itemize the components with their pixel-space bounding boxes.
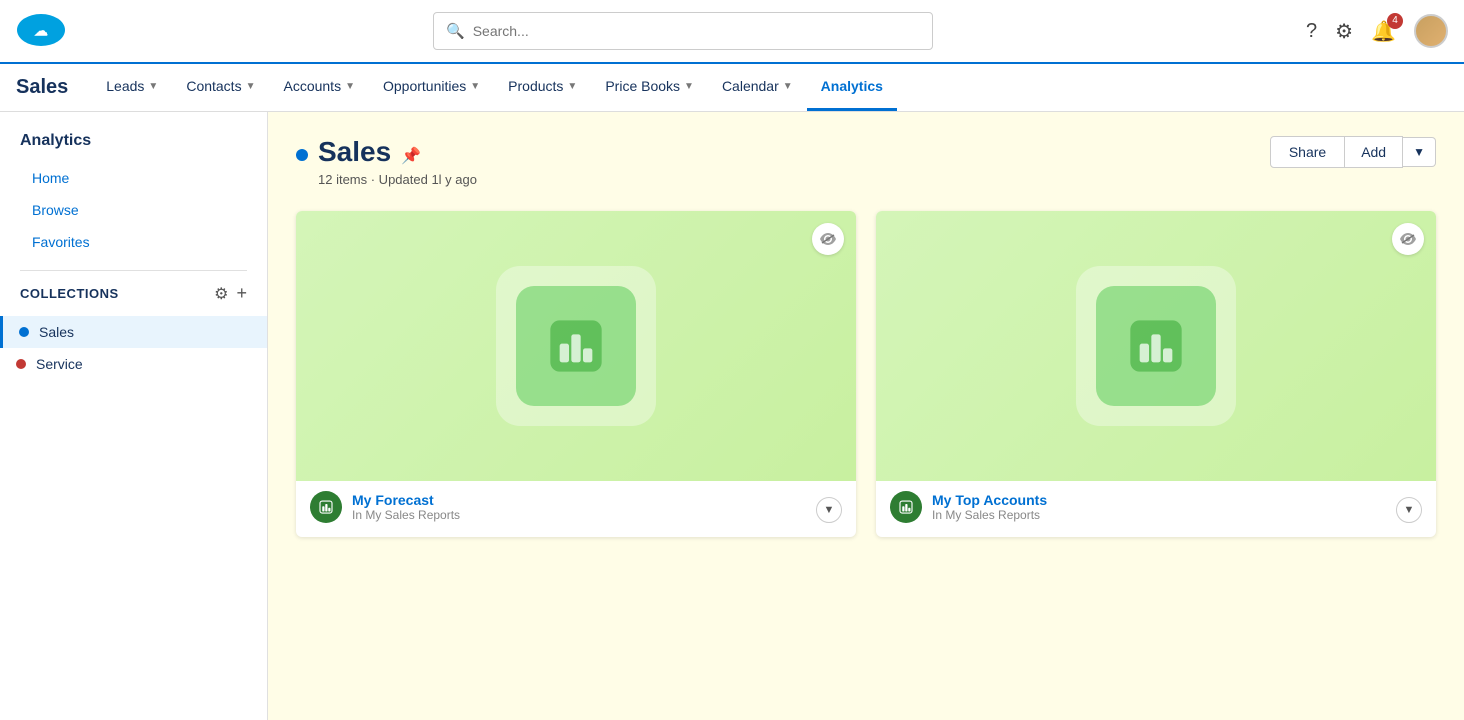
sidebar-divider bbox=[20, 270, 247, 271]
content-dot bbox=[296, 149, 308, 161]
collections-actions: ⚙ + bbox=[214, 283, 247, 304]
nav-label-calendar: Calendar bbox=[722, 78, 779, 94]
sidebar: Analytics Home Browse Favorites Collecti… bbox=[0, 112, 268, 720]
chevron-contacts: ▼ bbox=[246, 81, 256, 92]
sidebar-item-browse[interactable]: Browse bbox=[0, 194, 267, 226]
card-sub-top-accounts: In My Sales Reports bbox=[932, 508, 1422, 522]
salesforce-logo[interactable]: ☁ bbox=[16, 11, 76, 52]
nav-item-price-books[interactable]: Price Books ▼ bbox=[591, 64, 708, 111]
avatar[interactable] bbox=[1414, 14, 1448, 48]
notifications-icon[interactable]: 🔔 4 bbox=[1371, 19, 1396, 44]
collections-settings-icon[interactable]: ⚙ bbox=[214, 284, 228, 304]
nav-label-opportunities: Opportunities bbox=[383, 78, 466, 94]
nav-items: Leads ▼ Contacts ▼ Accounts ▼ Opportunit… bbox=[92, 64, 897, 111]
report-icon-inner-forecast bbox=[516, 286, 636, 406]
card-thumbnail-top-accounts bbox=[876, 211, 1436, 481]
report-chart-icon-top-accounts bbox=[1121, 311, 1191, 381]
nav-label-contacts: Contacts bbox=[186, 78, 241, 94]
card-footer-forecast: My Forecast In My Sales Reports ▼ bbox=[296, 481, 856, 537]
card-my-forecast: My Forecast In My Sales Reports ▼ bbox=[296, 211, 856, 537]
card-my-top-accounts: My Top Accounts In My Sales Reports ▼ bbox=[876, 211, 1436, 537]
nav-label-accounts: Accounts bbox=[283, 78, 341, 94]
collections-add-icon[interactable]: + bbox=[236, 283, 247, 304]
card-footer-icon-forecast bbox=[310, 491, 342, 523]
card-name-top-accounts[interactable]: My Top Accounts bbox=[932, 492, 1422, 508]
nav-item-analytics[interactable]: Analytics bbox=[807, 64, 897, 111]
chevron-price-books: ▼ bbox=[684, 81, 694, 92]
card-footer-icon-top-accounts bbox=[890, 491, 922, 523]
content-title-wrap: Sales 📌 bbox=[296, 136, 477, 168]
nav-label-products: Products bbox=[508, 78, 563, 94]
content-subtitle: 12 items · Updated 1l y ago bbox=[296, 172, 477, 187]
collections-title: Collections bbox=[20, 286, 214, 301]
collection-label-sales: Sales bbox=[39, 324, 74, 340]
app-name: Sales bbox=[16, 76, 68, 99]
chevron-leads: ▼ bbox=[148, 81, 158, 92]
nav-label-leads: Leads bbox=[106, 78, 144, 94]
hide-icon-top-accounts[interactable] bbox=[1392, 223, 1424, 255]
settings-icon[interactable]: ⚙ bbox=[1335, 19, 1353, 44]
collections-header: Collections ⚙ + bbox=[0, 283, 267, 316]
chevron-calendar: ▼ bbox=[783, 81, 793, 92]
search-icon: 🔍 bbox=[446, 22, 465, 40]
search-wrap: 🔍 bbox=[76, 12, 1290, 50]
nav-item-contacts[interactable]: Contacts ▼ bbox=[172, 64, 269, 111]
page-title: Sales bbox=[318, 136, 391, 168]
card-menu-forecast[interactable]: ▼ bbox=[816, 497, 842, 523]
hide-icon-forecast[interactable] bbox=[812, 223, 844, 255]
collection-label-service: Service bbox=[36, 356, 83, 372]
search-input[interactable] bbox=[473, 23, 920, 39]
card-thumbnail-forecast bbox=[296, 211, 856, 481]
nav-item-leads[interactable]: Leads ▼ bbox=[92, 64, 172, 111]
cards-grid: My Forecast In My Sales Reports ▼ bbox=[296, 211, 1436, 537]
nav-item-calendar[interactable]: Calendar ▼ bbox=[708, 64, 807, 111]
card-sub-forecast: In My Sales Reports bbox=[352, 508, 842, 522]
add-button[interactable]: Add bbox=[1345, 136, 1403, 168]
card-info-top-accounts: My Top Accounts In My Sales Reports bbox=[932, 492, 1422, 522]
notification-badge: 4 bbox=[1387, 13, 1403, 29]
topbar-icons: ? ⚙ 🔔 4 bbox=[1306, 14, 1448, 48]
card-menu-top-accounts[interactable]: ▼ bbox=[1396, 497, 1422, 523]
report-icon-wrap-top-accounts bbox=[1076, 266, 1236, 426]
report-icon-inner-top-accounts bbox=[1096, 286, 1216, 406]
card-info-forecast: My Forecast In My Sales Reports bbox=[352, 492, 842, 522]
content-area: Sales 📌 12 items · Updated 1l y ago Shar… bbox=[268, 112, 1464, 720]
collection-item-service[interactable]: Service bbox=[0, 348, 267, 380]
nav-item-products[interactable]: Products ▼ bbox=[494, 64, 591, 111]
nav-item-accounts[interactable]: Accounts ▼ bbox=[269, 64, 369, 111]
sidebar-item-favorites[interactable]: Favorites bbox=[0, 226, 267, 258]
content-header: Sales 📌 12 items · Updated 1l y ago Shar… bbox=[296, 136, 1436, 187]
nav-item-opportunities[interactable]: Opportunities ▼ bbox=[369, 64, 494, 111]
navbar: Sales Leads ▼ Contacts ▼ Accounts ▼ Oppo… bbox=[0, 64, 1464, 112]
report-chart-icon-forecast bbox=[541, 311, 611, 381]
share-button[interactable]: Share bbox=[1270, 136, 1345, 168]
chevron-products: ▼ bbox=[567, 81, 577, 92]
nav-label-analytics: Analytics bbox=[821, 78, 883, 94]
collection-dot-service bbox=[16, 359, 26, 369]
nav-label-price-books: Price Books bbox=[605, 78, 680, 94]
search-box: 🔍 bbox=[433, 12, 933, 50]
sidebar-item-home[interactable]: Home bbox=[0, 162, 267, 194]
svg-text:☁: ☁ bbox=[34, 22, 48, 38]
card-name-forecast[interactable]: My Forecast bbox=[352, 492, 842, 508]
add-dropdown-button[interactable]: ▼ bbox=[1403, 137, 1436, 167]
collection-dot-sales bbox=[19, 327, 29, 337]
report-icon-wrap-forecast bbox=[496, 266, 656, 426]
main-layout: Analytics Home Browse Favorites Collecti… bbox=[0, 112, 1464, 720]
pin-icon[interactable]: 📌 bbox=[401, 146, 421, 166]
chevron-accounts: ▼ bbox=[345, 81, 355, 92]
content-title-section: Sales 📌 12 items · Updated 1l y ago bbox=[296, 136, 477, 187]
topbar: ☁ 🔍 ? ⚙ 🔔 4 bbox=[0, 0, 1464, 64]
collection-item-sales[interactable]: Sales bbox=[0, 316, 267, 348]
card-footer-top-accounts: My Top Accounts In My Sales Reports ▼ bbox=[876, 481, 1436, 537]
chevron-opportunities: ▼ bbox=[470, 81, 480, 92]
help-icon[interactable]: ? bbox=[1306, 20, 1317, 43]
content-actions: Share Add ▼ bbox=[1270, 136, 1436, 168]
sidebar-section-title: Analytics bbox=[0, 132, 267, 162]
